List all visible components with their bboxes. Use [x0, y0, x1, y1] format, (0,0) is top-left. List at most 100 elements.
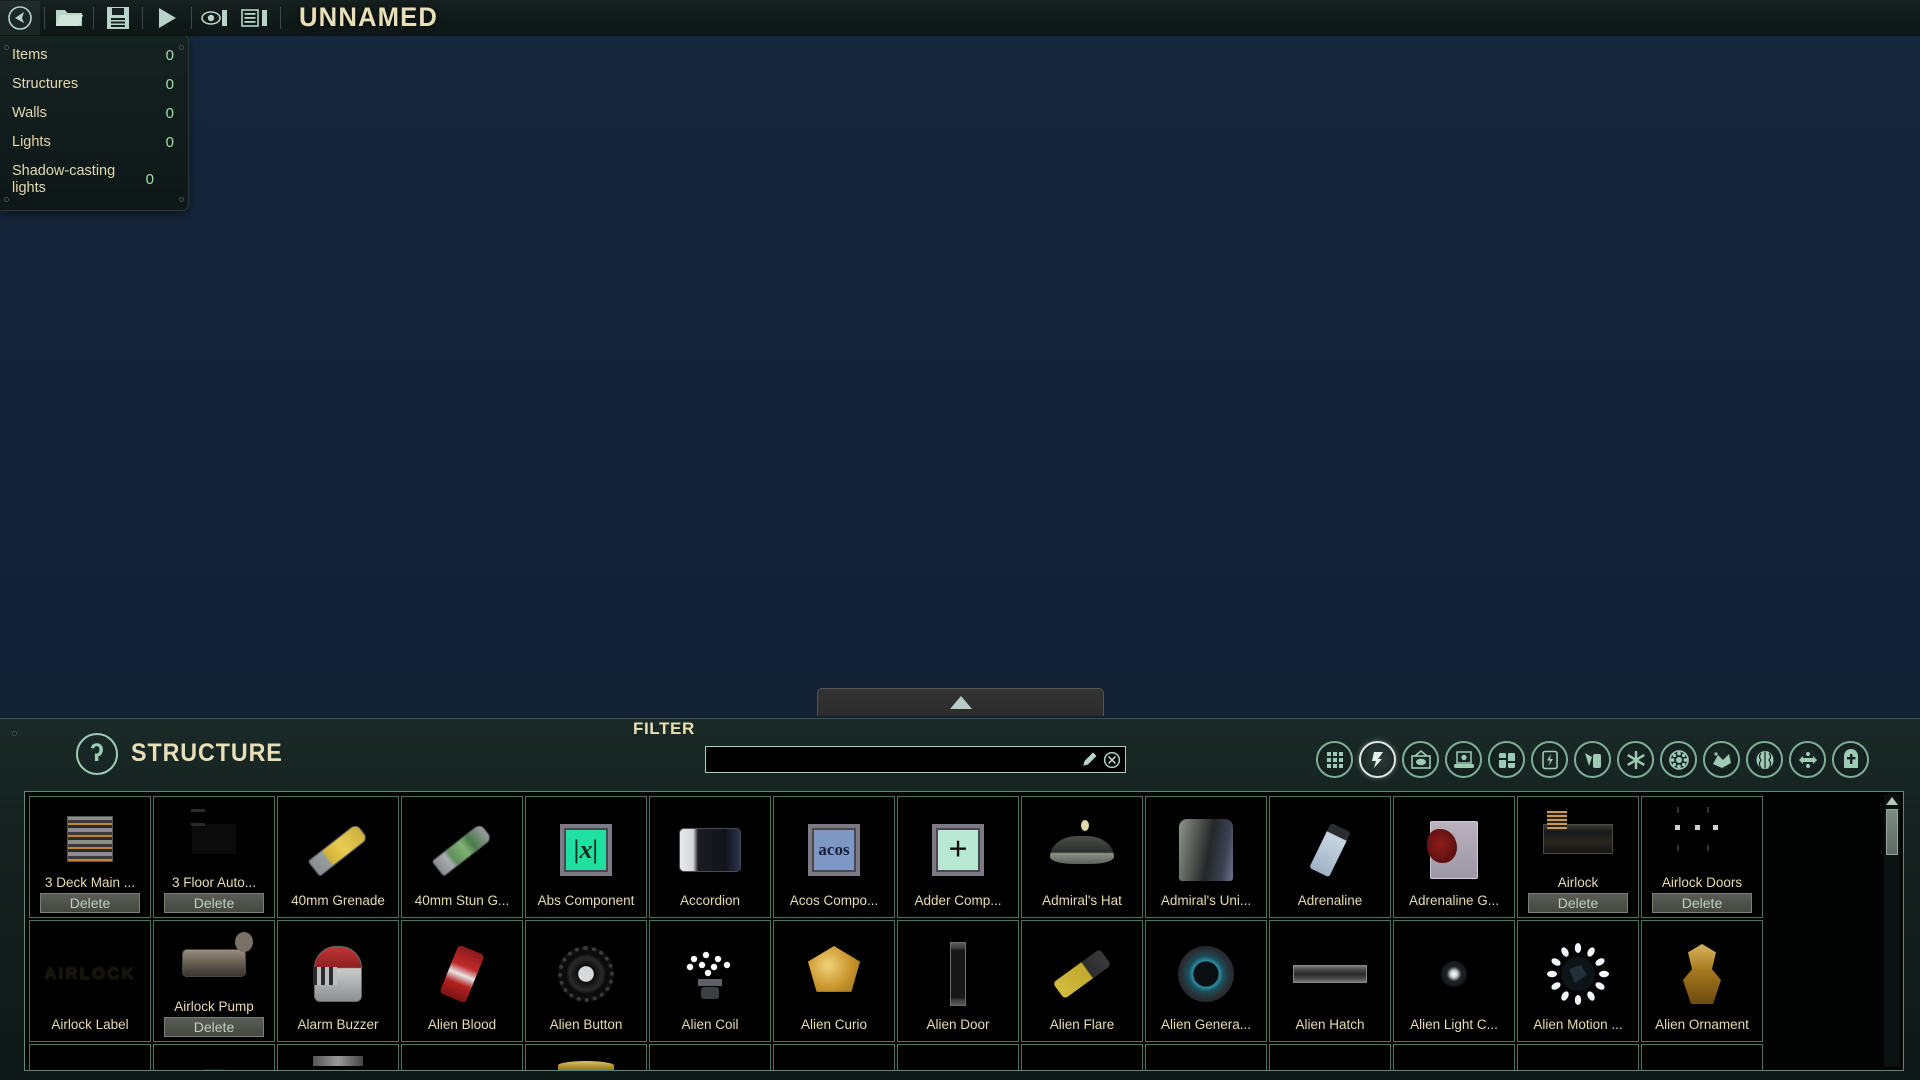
- item-cell-row3-partial[interactable]: [897, 1044, 1019, 1070]
- folder-icon: [56, 9, 83, 26]
- category-button-alien[interactable]: [1746, 741, 1783, 778]
- category-button-material[interactable]: [1703, 741, 1740, 778]
- toolbar-left-group: [0, 0, 285, 36]
- item-cell-alien-door[interactable]: Alien Door: [897, 920, 1019, 1042]
- item-grid-scrollbar[interactable]: [1884, 795, 1900, 1067]
- editor-canvas[interactable]: [0, 0, 1920, 726]
- item-cell-row3-partial[interactable]: [1021, 1044, 1143, 1070]
- item-cell-3-deck-main[interactable]: 3 Deck Main ... Delete: [29, 796, 151, 918]
- panel-collapse-handle[interactable]: [817, 688, 1104, 716]
- category-button-structure[interactable]: [1359, 741, 1396, 778]
- item-cell-row3-partial[interactable]: [1517, 1044, 1639, 1070]
- category-button-diving[interactable]: [1660, 741, 1697, 778]
- category-button-machine[interactable]: [1402, 741, 1439, 778]
- item-label: 3 Deck Main ...: [44, 875, 136, 890]
- item-cell-alien-flare[interactable]: Alien Flare: [1021, 920, 1143, 1042]
- item-cell-abs-component[interactable]: |x| Abs Component: [525, 796, 647, 918]
- item-cell-alien-blood[interactable]: Alien Blood: [401, 920, 523, 1042]
- item-cell-alien-generator[interactable]: Alien Genera...: [1145, 920, 1267, 1042]
- item-cell-airlock-label[interactable]: AIRLOCK Airlock Label: [29, 920, 151, 1042]
- category-button-misc[interactable]: [1832, 741, 1869, 778]
- item-label: Acos Compo...: [789, 893, 879, 908]
- filter-clear-icon[interactable]: [1103, 751, 1121, 769]
- delete-button[interactable]: Delete: [40, 893, 140, 913]
- item-cell-alien-button[interactable]: Alien Button: [525, 920, 647, 1042]
- item-cell-row3-partial[interactable]: [1641, 1044, 1763, 1070]
- item-thumbnail: [673, 937, 747, 1011]
- item-cell-40mm-grenade[interactable]: 40mm Grenade: [277, 796, 399, 918]
- filter-input[interactable]: [705, 746, 1126, 773]
- back-button[interactable]: [0, 0, 40, 35]
- alien-motion-art: [1547, 943, 1609, 1005]
- category-button-wrecked[interactable]: [1789, 741, 1826, 778]
- item-cell-airlock-doors[interactable]: Airlock Doors Delete: [1641, 796, 1763, 918]
- item-thumbnail: [1665, 937, 1739, 1011]
- item-cell-alien-hatch[interactable]: Alien Hatch: [1269, 920, 1391, 1042]
- delete-button[interactable]: Delete: [1528, 893, 1628, 913]
- item-cell-alien-light-component[interactable]: Alien Light C...: [1393, 920, 1515, 1042]
- item-cell-3-floor-auto[interactable]: 3 Floor Auto... Delete: [153, 796, 275, 918]
- item-label: Admiral's Uni...: [1160, 893, 1252, 908]
- item-cell-admirals-uniform[interactable]: Admiral's Uni...: [1145, 796, 1267, 918]
- item-cell-row3-partial[interactable]: [773, 1044, 895, 1070]
- save-button[interactable]: [98, 1, 138, 35]
- delete-button[interactable]: Delete: [1652, 893, 1752, 913]
- stat-label: Shadow-casting lights: [12, 163, 116, 196]
- category-button-thalamus[interactable]: [1488, 741, 1525, 778]
- item-cell-40mm-stun-grenade[interactable]: 40mm Stun G...: [401, 796, 523, 918]
- item-cell-adder-component[interactable]: + Adder Comp...: [897, 796, 1019, 918]
- item-cell-accordion[interactable]: Accordion: [649, 796, 771, 918]
- item-cell-row3-partial[interactable]: [401, 1044, 523, 1070]
- item-thumbnail: AIRLOCK: [44, 937, 133, 1011]
- item-thumbnail: [673, 813, 747, 887]
- item-cell-alien-curio[interactable]: Alien Curio: [773, 920, 895, 1042]
- item-thumbnail: [1541, 805, 1615, 873]
- item-cell-acos-component[interactable]: acos Acos Compo...: [773, 796, 895, 918]
- category-button-medical[interactable]: [1574, 741, 1611, 778]
- item-cell-alien-pistol[interactable]: Alien Pistol: [29, 1044, 151, 1070]
- item-cell-alien-ornament[interactable]: Alien Ornament: [1641, 920, 1763, 1042]
- item-cell-row3-partial[interactable]: [1393, 1044, 1515, 1070]
- layers-button[interactable]: [236, 1, 276, 35]
- scroll-up-icon[interactable]: [1886, 797, 1898, 805]
- item-thumbnail: |x|: [549, 813, 623, 887]
- filter-pencil-icon[interactable]: [1080, 750, 1099, 769]
- category-button-electrical[interactable]: [1445, 741, 1482, 778]
- visibility-toggle-button[interactable]: [196, 1, 236, 35]
- stat-row-items: Items 0: [0, 41, 188, 70]
- list-icon: [241, 8, 267, 27]
- eye-icon: [201, 9, 227, 26]
- item-cell-admirals-hat[interactable]: Admiral's Hat: [1021, 796, 1143, 918]
- item-cell-alarm-buzzer[interactable]: Alarm Buzzer: [277, 920, 399, 1042]
- item-label: Adrenaline G...: [1408, 893, 1500, 908]
- item-cell-row3-partial[interactable]: [1269, 1044, 1391, 1070]
- delete-button[interactable]: Delete: [164, 893, 264, 913]
- item-label: Alien Hatch: [1295, 1017, 1365, 1032]
- category-button-weapon[interactable]: [1617, 741, 1654, 778]
- item-thumbnail: [301, 813, 375, 887]
- item-browser-panel: ʔ STRUCTURE FILTER 3 Deck Main ... Delet…: [0, 718, 1920, 1080]
- item-cell-adrenaline-gland[interactable]: Adrenaline G...: [1393, 796, 1515, 918]
- item-cell-row3-partial[interactable]: [1145, 1044, 1267, 1070]
- item-cell-alien-motion-sensor[interactable]: Alien Motion ...: [1517, 920, 1639, 1042]
- category-button-all[interactable]: [1316, 741, 1353, 778]
- item-cell-adrenaline[interactable]: Adrenaline: [1269, 796, 1391, 918]
- item-label: Alien Curio: [800, 1017, 868, 1032]
- scrollbar-thumb[interactable]: [1886, 809, 1898, 855]
- item-cell-alien-coil[interactable]: Alien Coil: [649, 920, 771, 1042]
- item-cell-airlock-pump[interactable]: Airlock Pump Delete: [153, 920, 275, 1042]
- item-cell-row3-partial[interactable]: [649, 1044, 771, 1070]
- item-thumbnail: [1293, 813, 1367, 887]
- delete-button[interactable]: Delete: [164, 1017, 264, 1037]
- item-grid[interactable]: 3 Deck Main ... Delete 3 Floor Auto... D…: [24, 791, 1904, 1071]
- test-submarine-button[interactable]: [147, 1, 187, 35]
- item-cell-row3-partial[interactable]: [525, 1044, 647, 1070]
- item-cell-airlock[interactable]: Airlock Delete: [1517, 796, 1639, 918]
- open-button[interactable]: [49, 1, 89, 35]
- item-cell-row3-partial[interactable]: [277, 1044, 399, 1070]
- category-button-equipment[interactable]: [1531, 741, 1568, 778]
- item-cell-alien-power-cell[interactable]: Alien Power C...: [153, 1044, 275, 1070]
- item-label: 40mm Grenade: [291, 893, 385, 908]
- top-toolbar: UNNAMED: [0, 0, 1920, 36]
- item-label: Adrenaline: [1297, 893, 1363, 908]
